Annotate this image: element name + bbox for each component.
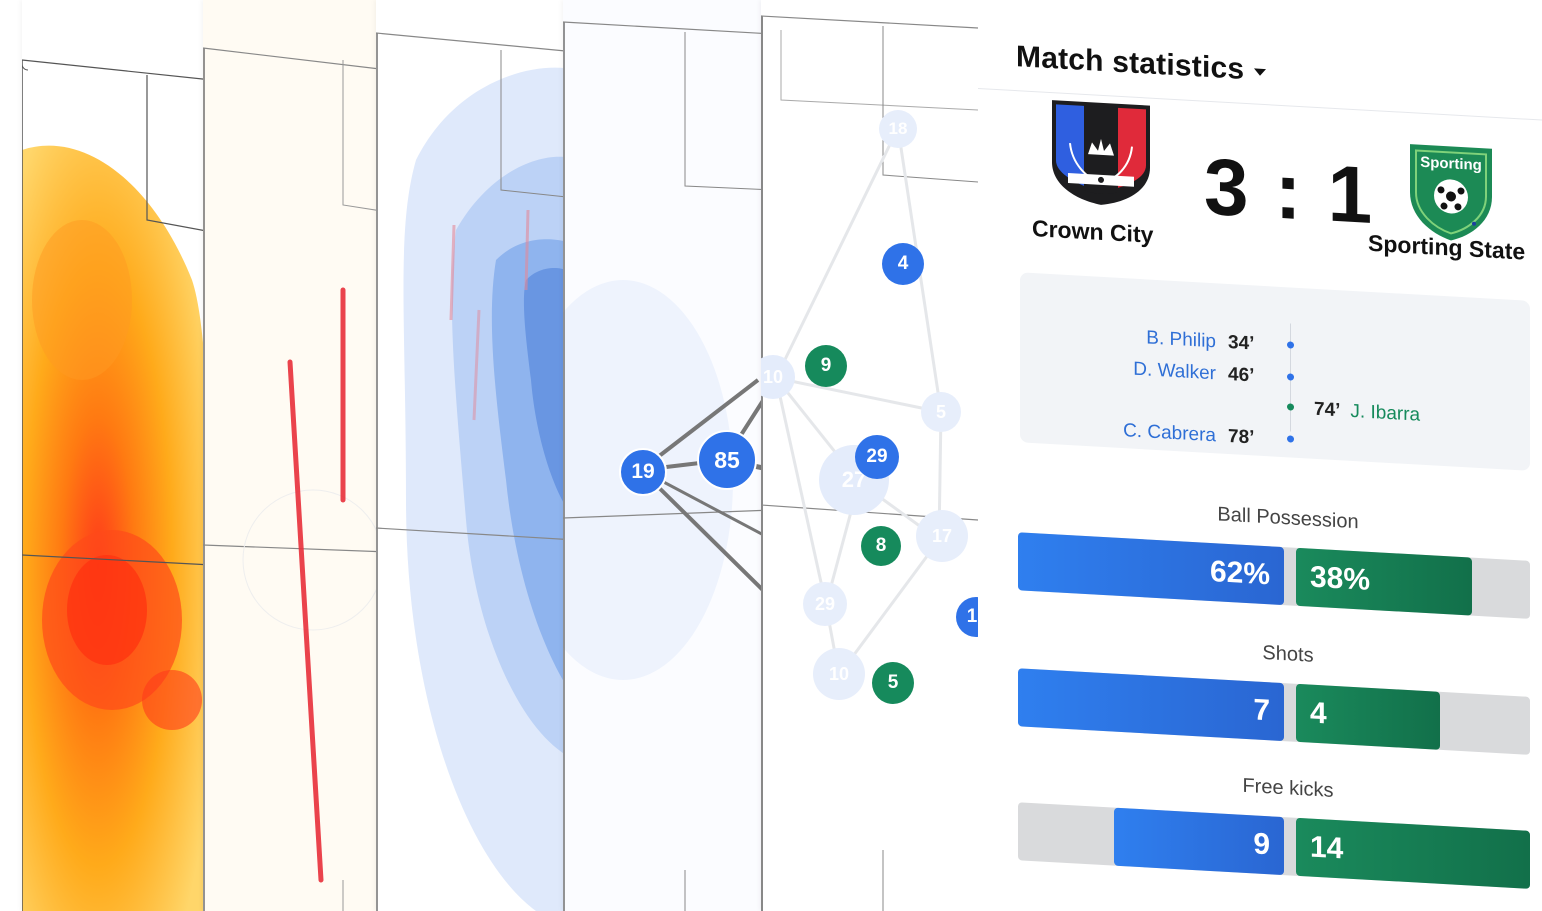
goal-dot-home bbox=[1287, 435, 1294, 443]
shot-map-layer[interactable] bbox=[203, 0, 388, 911]
player-node[interactable]: 5 bbox=[872, 662, 914, 704]
pass-network-layer[interactable]: 19 85 bbox=[563, 0, 773, 911]
heatmap-layer[interactable] bbox=[22, 0, 212, 911]
player-node[interactable]: 4 bbox=[882, 243, 924, 285]
home-stat-bar: 7 bbox=[1018, 668, 1284, 742]
away-team-name: Sporting State bbox=[1368, 229, 1526, 265]
scorer-name: J. Ibarra bbox=[1350, 400, 1421, 426]
faded-player-node[interactable]: 10 bbox=[813, 648, 865, 700]
goal-dot-home bbox=[1287, 341, 1294, 349]
away-crest-text: Sporting bbox=[1420, 154, 1482, 174]
home-team-name: Crown City bbox=[1032, 215, 1154, 248]
away-stat-bar: 14 bbox=[1296, 817, 1530, 889]
player-node[interactable]: 19 bbox=[619, 448, 667, 496]
match-score: 3 : 1 bbox=[1204, 141, 1375, 241]
goal-minute: 78’ bbox=[1228, 425, 1255, 449]
stage: 19 85 18 10 27 5 17 29 10 4 9 29 8 5 1 M… bbox=[0, 0, 1542, 911]
chevron-down-icon bbox=[1254, 68, 1267, 76]
away-stat-bar: 4 bbox=[1296, 683, 1440, 750]
home-team-crest bbox=[1048, 92, 1154, 215]
home-stat-bar: 9 bbox=[1114, 807, 1284, 876]
player-node[interactable]: 85 bbox=[697, 430, 757, 490]
away-stat-bar: 38% bbox=[1296, 547, 1472, 616]
goal-minute: 46’ bbox=[1228, 363, 1255, 387]
player-node[interactable]: 9 bbox=[805, 345, 847, 387]
formation-layer[interactable]: 18 10 27 5 17 29 10 4 9 29 8 5 1 bbox=[761, 0, 978, 911]
goal-dot-away bbox=[1287, 403, 1294, 411]
goal-dot-home bbox=[1287, 373, 1294, 381]
goal-minute: 74’ bbox=[1314, 398, 1341, 422]
match-stats-panel: Match statistics Crown City 3 : 1 Sporti… bbox=[978, 0, 1542, 911]
home-stat-bar: 62% bbox=[1018, 532, 1284, 606]
player-node[interactable]: 8 bbox=[861, 526, 901, 566]
density-layer[interactable] bbox=[376, 0, 576, 911]
panel-title: Match statistics bbox=[1016, 40, 1245, 86]
goal-minute: 34’ bbox=[1228, 331, 1255, 355]
faded-player-node[interactable]: 17 bbox=[916, 510, 968, 562]
match-statistics-dropdown[interactable]: Match statistics bbox=[1016, 40, 1267, 88]
faded-player-node[interactable]: 29 bbox=[803, 582, 847, 626]
faded-player-node[interactable]: 5 bbox=[921, 392, 961, 432]
faded-player-node[interactable]: 18 bbox=[879, 110, 917, 148]
player-node[interactable]: 29 bbox=[855, 435, 899, 479]
